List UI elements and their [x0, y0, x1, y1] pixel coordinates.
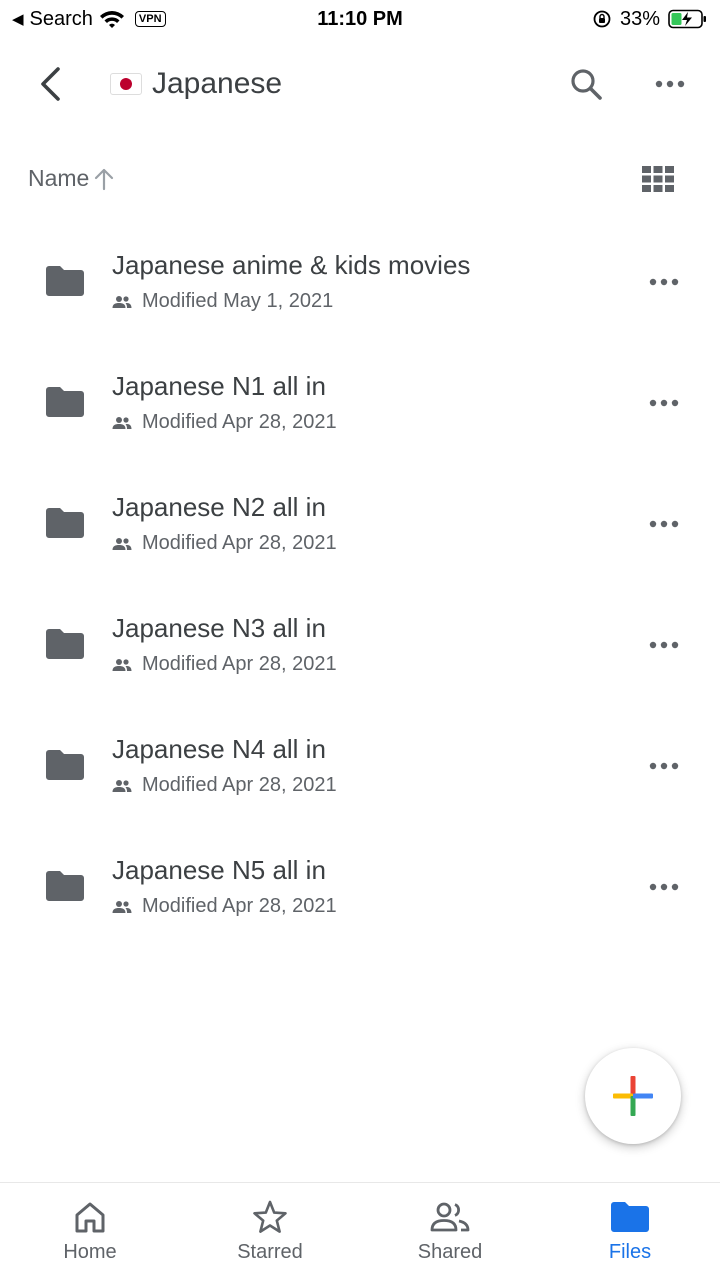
- file-modified-date: Modified Apr 28, 2021: [142, 774, 337, 796]
- more-horizontal-icon: [649, 762, 679, 770]
- folder-icon: [46, 387, 84, 417]
- file-meta: Modified May 1, 2021: [112, 290, 333, 313]
- file-row[interactable]: Japanese N5 all in Modified Apr 28, 2021: [0, 825, 720, 946]
- file-meta: Modified Apr 28, 2021: [112, 774, 337, 797]
- file-name: Japanese anime & kids movies: [112, 250, 471, 280]
- status-right: 33%: [592, 5, 708, 33]
- more-horizontal-icon: [649, 399, 679, 407]
- file-name: Japanese N4 all in: [112, 734, 326, 764]
- file-meta: Modified Apr 28, 2021: [112, 895, 337, 918]
- folder-icon: [610, 1199, 650, 1235]
- nav-files-label: Files: [608, 1241, 652, 1263]
- file-name: Japanese N1 all in: [112, 371, 326, 401]
- more-horizontal-icon: [655, 80, 685, 88]
- back-arrow-icon: [41, 67, 60, 101]
- shared-people-icon: [112, 779, 132, 792]
- file-row[interactable]: Japanese anime & kids movies Modified Ma…: [0, 220, 720, 341]
- japan-flag-icon: [110, 73, 142, 95]
- star-icon: [250, 1199, 290, 1235]
- battery-percent: 33%: [619, 7, 660, 30]
- folder-title-text: Japanese: [152, 67, 283, 100]
- file-more-button[interactable]: [642, 381, 686, 425]
- folder-icon: [46, 508, 84, 538]
- file-row[interactable]: Japanese N3 all in Modified Apr 28, 2021: [0, 583, 720, 704]
- drive-folder-screen: ◀ Search VPN 11:10 PM 33% Japanese Name …: [0, 0, 720, 1280]
- nav-files[interactable]: Files: [540, 1183, 720, 1280]
- file-row[interactable]: Japanese N4 all in Modified Apr 28, 2021: [0, 704, 720, 825]
- file-modified-date: Modified May 1, 2021: [142, 290, 334, 312]
- bottom-nav: Home Starred Shared Files: [0, 1182, 720, 1280]
- folder-icon: [46, 266, 84, 296]
- file-meta: Modified Apr 28, 2021: [112, 411, 337, 434]
- file-modified-date: Modified Apr 28, 2021: [142, 532, 337, 554]
- search-icon: [571, 69, 602, 100]
- battery-charging-icon: [668, 9, 706, 29]
- file-modified-date: Modified Apr 28, 2021: [142, 895, 337, 917]
- plus-icon: [613, 1076, 653, 1116]
- sort-bar: Name: [0, 155, 720, 203]
- file-more-button[interactable]: [642, 865, 686, 909]
- file-more-button[interactable]: [642, 744, 686, 788]
- rotation-lock-icon: [593, 10, 611, 28]
- file-row[interactable]: Japanese N1 all in Modified Apr 28, 2021: [0, 341, 720, 462]
- folder-icon: [46, 629, 84, 659]
- folder-icon: [46, 871, 84, 901]
- file-row[interactable]: Japanese N2 all in Modified Apr 28, 2021: [0, 462, 720, 583]
- shared-people-icon: [112, 416, 132, 429]
- file-name: Japanese N5 all in: [112, 855, 326, 885]
- more-horizontal-icon: [649, 278, 679, 286]
- file-name: Japanese N3 all in: [112, 613, 326, 643]
- home-icon: [70, 1199, 110, 1235]
- search-button[interactable]: [564, 62, 608, 106]
- shared-people-icon: [112, 295, 132, 308]
- sort-ascending-arrow-icon: [95, 168, 114, 190]
- status-bar: ◀ Search VPN 11:10 PM 33%: [0, 0, 720, 38]
- sort-label: Name: [28, 165, 90, 191]
- nav-shared[interactable]: Shared: [360, 1183, 540, 1280]
- back-button[interactable]: [30, 62, 70, 106]
- more-horizontal-icon: [649, 520, 679, 528]
- file-more-button[interactable]: [642, 260, 686, 304]
- file-modified-date: Modified Apr 28, 2021: [142, 411, 337, 433]
- grid-view-icon: [642, 166, 674, 192]
- file-meta: Modified Apr 28, 2021: [112, 532, 337, 555]
- folder-icon: [46, 750, 84, 780]
- file-meta: Modified Apr 28, 2021: [112, 653, 337, 676]
- file-modified-date: Modified Apr 28, 2021: [142, 653, 337, 675]
- nav-starred[interactable]: Starred: [180, 1183, 360, 1280]
- more-horizontal-icon: [649, 641, 679, 649]
- shared-people-icon: [112, 537, 132, 550]
- nav-home[interactable]: Home: [0, 1183, 180, 1280]
- nav-home-label: Home: [63, 1241, 117, 1263]
- app-header: Japanese: [0, 44, 720, 124]
- more-horizontal-icon: [649, 883, 679, 891]
- file-more-button[interactable]: [642, 623, 686, 667]
- sort-by-name-button[interactable]: Name: [28, 165, 115, 192]
- file-more-button[interactable]: [642, 502, 686, 546]
- shared-people-icon: [112, 900, 132, 913]
- more-options-button[interactable]: [648, 62, 692, 106]
- nav-shared-label: Shared: [417, 1241, 483, 1263]
- shared-people-icon: [112, 658, 132, 671]
- grid-view-toggle[interactable]: [640, 163, 676, 195]
- folder-title: Japanese: [110, 64, 282, 104]
- shared-people-icon: [430, 1199, 470, 1235]
- nav-starred-label: Starred: [237, 1241, 303, 1263]
- new-item-fab[interactable]: [585, 1048, 681, 1144]
- file-name: Japanese N2 all in: [112, 492, 326, 522]
- file-list: Japanese anime & kids movies Modified Ma…: [0, 220, 720, 946]
